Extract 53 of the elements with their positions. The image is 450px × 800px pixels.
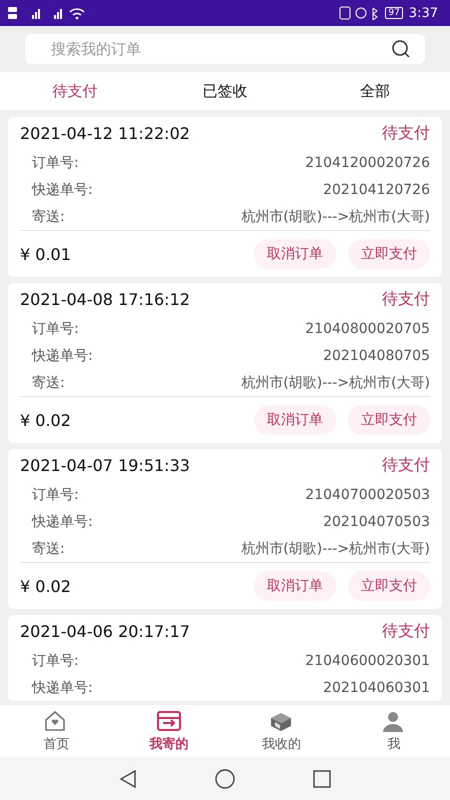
pay-button[interactable]: 立即支付: [348, 405, 430, 435]
order-status: 待支付: [382, 288, 430, 310]
cancel-order-button[interactable]: 取消订单: [254, 405, 336, 435]
clock-time: 3:37: [408, 6, 438, 20]
order-status: 待支付: [382, 454, 430, 476]
field-label: 快递单号:: [32, 346, 93, 364]
tab[interactable]: 全部: [300, 72, 450, 110]
field-value: 202104060301: [323, 680, 430, 696]
field-value: 21040700020503: [305, 486, 430, 502]
nav-tab[interactable]: 我寄的: [112, 705, 225, 757]
order-status: 待支付: [382, 122, 430, 144]
nav-tab[interactable]: 首页: [0, 705, 112, 757]
pay-button[interactable]: 立即支付: [348, 239, 430, 269]
field-value: 202104070503: [323, 514, 430, 530]
order-time: 2021-04-07 19:51:33: [20, 456, 190, 474]
field-label: 订单号:: [32, 486, 79, 504]
field-value: 202104120726: [323, 182, 430, 198]
field-label: 订单号:: [32, 320, 79, 338]
field-label: 快递单号:: [32, 512, 93, 530]
field-value: 21040600020301: [305, 652, 430, 668]
field-value: 杭州市(胡歌)--->杭州市(大哥): [241, 208, 430, 226]
order-price: ¥ 0.01: [20, 244, 71, 264]
cancel-order-button[interactable]: 取消订单: [254, 571, 336, 601]
field-label: 订单号:: [32, 154, 79, 172]
field-label: 订单号:: [32, 652, 79, 670]
recents-icon[interactable]: [313, 770, 331, 788]
field-value: 杭州市(胡歌)--->杭州市(大哥): [241, 374, 430, 392]
back-icon[interactable]: [119, 770, 137, 788]
field-label: 寄送:: [32, 374, 65, 392]
field-value: 202104080705: [323, 348, 430, 364]
order-time: 2021-04-12 11:22:02: [20, 124, 190, 142]
order-price: ¥ 0.02: [20, 410, 71, 430]
tab[interactable]: 待支付: [0, 72, 150, 110]
battery-level: 97: [385, 7, 403, 19]
search-field[interactable]: 搜索我的订单: [25, 34, 425, 64]
field-value: 21040800020705: [305, 320, 430, 336]
field-label: 寄送:: [32, 540, 65, 558]
nav-tab[interactable]: 我: [338, 705, 450, 757]
order-time: 2021-04-08 17:16:12: [20, 290, 190, 308]
field-value: 杭州市(胡歌)--->杭州市(大哥): [241, 540, 430, 558]
order-price: ¥ 0.02: [20, 576, 71, 596]
pay-button[interactable]: 立即支付: [348, 571, 430, 601]
field-label: 寄送:: [32, 208, 65, 226]
field-value: 21041200020726: [305, 154, 430, 170]
field-label: 快递单号:: [32, 678, 93, 696]
nav-tab[interactable]: 我收的: [225, 705, 338, 757]
tab[interactable]: 已签收: [150, 72, 300, 110]
home-circle-icon[interactable]: [215, 768, 235, 788]
search-icon[interactable]: [391, 39, 411, 59]
order-time: 2021-04-06 20:17:17: [20, 622, 190, 640]
cancel-order-button[interactable]: 取消订单: [254, 239, 336, 269]
order-status: 待支付: [382, 620, 430, 642]
field-label: 快递单号:: [32, 180, 93, 198]
